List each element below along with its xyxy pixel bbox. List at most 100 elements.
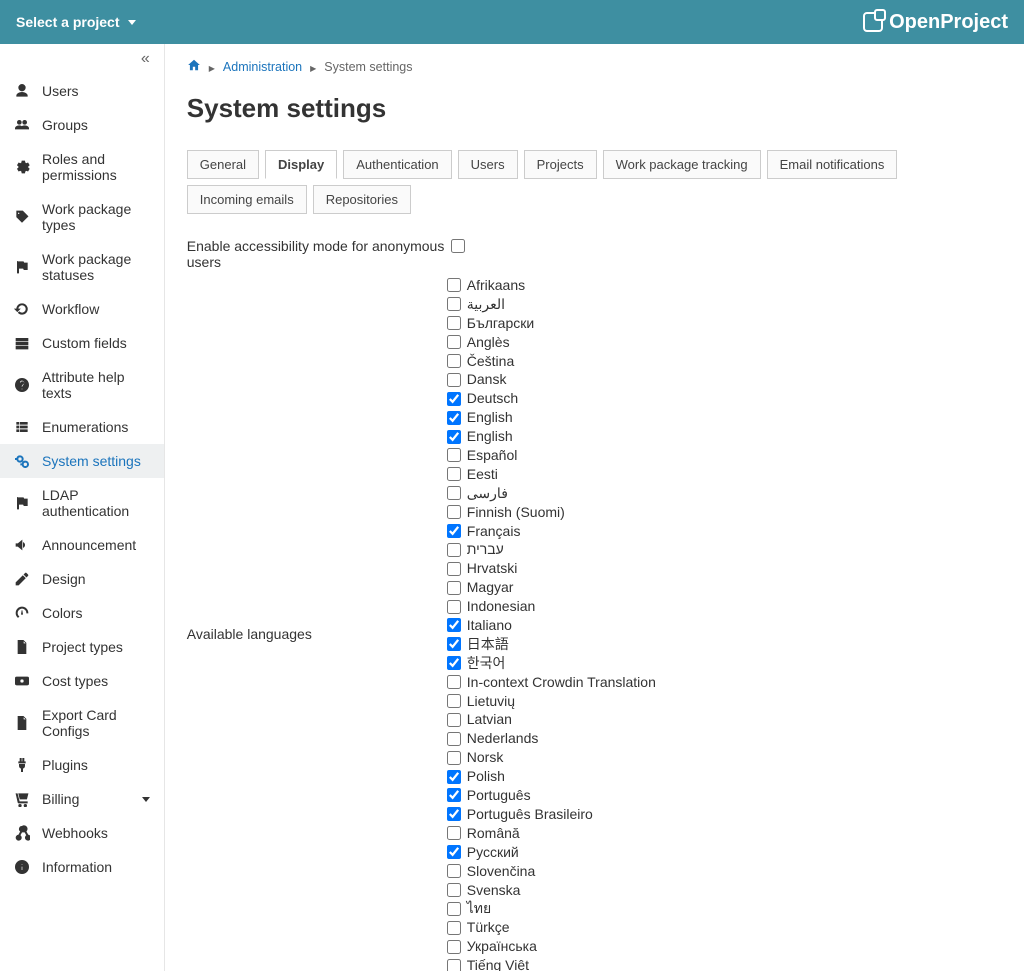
language-checkbox[interactable] bbox=[447, 694, 461, 708]
sidebar-item-information[interactable]: Information bbox=[0, 850, 164, 884]
sidebar-collapse-button[interactable] bbox=[0, 44, 164, 74]
language-option: Tiếng Việt bbox=[447, 956, 1002, 971]
sidebar-item-label: Design bbox=[42, 571, 150, 587]
language-checkbox[interactable] bbox=[447, 524, 461, 538]
language-checkbox[interactable] bbox=[447, 335, 461, 349]
language-checkbox[interactable] bbox=[447, 562, 461, 576]
tab-projects[interactable]: Projects bbox=[524, 150, 597, 179]
project-selector[interactable]: Select a project bbox=[16, 14, 136, 30]
sidebar-item-work-package-types[interactable]: Work package types bbox=[0, 192, 164, 242]
sidebar-item-project-types[interactable]: Project types bbox=[0, 630, 164, 664]
language-checkbox[interactable] bbox=[447, 600, 461, 614]
sidebar-item-workflow[interactable]: Workflow bbox=[0, 292, 164, 326]
tab-users[interactable]: Users bbox=[458, 150, 518, 179]
language-option: Українська bbox=[447, 937, 1002, 956]
language-checkbox[interactable] bbox=[447, 392, 461, 406]
caret-down-icon bbox=[128, 20, 136, 25]
language-checkbox[interactable] bbox=[447, 864, 461, 878]
language-checkbox[interactable] bbox=[447, 751, 461, 765]
sidebar-item-billing[interactable]: Billing bbox=[0, 782, 164, 816]
sidebar-item-label: System settings bbox=[42, 453, 150, 469]
language-option: Deutsch bbox=[447, 389, 1002, 408]
language-option: Hrvatski bbox=[447, 559, 1002, 578]
sidebar-item-design[interactable]: Design bbox=[0, 562, 164, 596]
language-option: Nederlands bbox=[447, 729, 1002, 748]
language-checkbox[interactable] bbox=[447, 826, 461, 840]
language-checkbox[interactable] bbox=[447, 543, 461, 557]
language-checkbox[interactable] bbox=[447, 845, 461, 859]
language-label: العربية bbox=[467, 295, 505, 314]
tab-general[interactable]: General bbox=[187, 150, 259, 179]
language-checkbox[interactable] bbox=[447, 656, 461, 670]
language-checkbox[interactable] bbox=[447, 486, 461, 500]
language-checkbox[interactable] bbox=[447, 448, 461, 462]
language-checkbox[interactable] bbox=[447, 354, 461, 368]
language-checkbox[interactable] bbox=[447, 618, 461, 632]
language-checkbox[interactable] bbox=[447, 732, 461, 746]
sidebar-item-groups[interactable]: Groups bbox=[0, 108, 164, 142]
language-checkbox[interactable] bbox=[447, 505, 461, 519]
language-label: Hrvatski bbox=[467, 559, 518, 578]
language-label: Afrikaans bbox=[467, 276, 525, 295]
language-checkbox[interactable] bbox=[447, 770, 461, 784]
tab-display[interactable]: Display bbox=[265, 150, 337, 179]
language-checkbox[interactable] bbox=[447, 883, 461, 897]
sidebar-item-label: Users bbox=[42, 83, 150, 99]
sidebar-item-label: Announcement bbox=[42, 537, 150, 553]
breadcrumb-administration-link[interactable]: Administration bbox=[223, 60, 302, 74]
language-checkbox[interactable] bbox=[447, 411, 461, 425]
language-checkbox[interactable] bbox=[447, 467, 461, 481]
sidebar-item-enumerations[interactable]: Enumerations bbox=[0, 410, 164, 444]
language-checkbox[interactable] bbox=[447, 297, 461, 311]
language-checkbox[interactable] bbox=[447, 902, 461, 916]
language-checkbox[interactable] bbox=[447, 278, 461, 292]
language-checkbox[interactable] bbox=[447, 788, 461, 802]
sidebar-item-attribute-help-texts[interactable]: Attribute help texts bbox=[0, 360, 164, 410]
language-option: Slovenčina bbox=[447, 862, 1002, 881]
sidebar-item-export-card-configs[interactable]: Export Card Configs bbox=[0, 698, 164, 748]
language-checkbox[interactable] bbox=[447, 675, 461, 689]
tab-repositories[interactable]: Repositories bbox=[313, 185, 411, 214]
language-checkbox[interactable] bbox=[447, 807, 461, 821]
brand[interactable]: OpenProject bbox=[863, 11, 1008, 34]
tab-work-package-tracking[interactable]: Work package tracking bbox=[603, 150, 761, 179]
sidebar-item-announcement[interactable]: Announcement bbox=[0, 528, 164, 562]
sidebar-item-work-package-statuses[interactable]: Work package statuses bbox=[0, 242, 164, 292]
sidebar-item-webhooks[interactable]: Webhooks bbox=[0, 816, 164, 850]
language-checkbox[interactable] bbox=[447, 940, 461, 954]
sidebar-item-users[interactable]: Users bbox=[0, 74, 164, 108]
language-option: Italiano bbox=[447, 616, 1002, 635]
sidebar-item-label: Cost types bbox=[42, 673, 150, 689]
groups-icon bbox=[14, 117, 30, 133]
sidebar-item-system-settings[interactable]: System settings bbox=[0, 444, 164, 478]
language-checkbox[interactable] bbox=[447, 581, 461, 595]
languages-label: Available languages bbox=[187, 276, 447, 642]
language-option: Dansk bbox=[447, 370, 1002, 389]
sidebar-item-label: Colors bbox=[42, 605, 150, 621]
tab-email-notifications[interactable]: Email notifications bbox=[767, 150, 898, 179]
sidebar-item-plugins[interactable]: Plugins bbox=[0, 748, 164, 782]
language-checkbox[interactable] bbox=[447, 373, 461, 387]
language-checkbox[interactable] bbox=[447, 316, 461, 330]
language-checkbox[interactable] bbox=[447, 713, 461, 727]
accessibility-checkbox[interactable] bbox=[451, 239, 465, 253]
breadcrumb-separator-icon bbox=[209, 60, 215, 74]
plug-icon bbox=[14, 757, 30, 773]
brand-text: OpenProject bbox=[889, 11, 1008, 34]
tab-authentication[interactable]: Authentication bbox=[343, 150, 451, 179]
breadcrumb: Administration System settings bbox=[187, 58, 1002, 75]
tab-incoming-emails[interactable]: Incoming emails bbox=[187, 185, 307, 214]
language-checkbox[interactable] bbox=[447, 430, 461, 444]
sidebar-item-custom-fields[interactable]: Custom fields bbox=[0, 326, 164, 360]
language-label: Anglès bbox=[467, 333, 510, 352]
language-checkbox[interactable] bbox=[447, 921, 461, 935]
language-option: Afrikaans bbox=[447, 276, 1002, 295]
sidebar-item-roles-and-permissions[interactable]: Roles and permissions bbox=[0, 142, 164, 192]
sidebar-item-cost-types[interactable]: Cost types bbox=[0, 664, 164, 698]
language-checkbox[interactable] bbox=[447, 637, 461, 651]
language-label: Lietuvių bbox=[467, 692, 515, 711]
language-checkbox[interactable] bbox=[447, 959, 461, 971]
sidebar-item-ldap-authentication[interactable]: LDAP authentication bbox=[0, 478, 164, 528]
home-icon[interactable] bbox=[187, 58, 201, 75]
sidebar-item-colors[interactable]: Colors bbox=[0, 596, 164, 630]
